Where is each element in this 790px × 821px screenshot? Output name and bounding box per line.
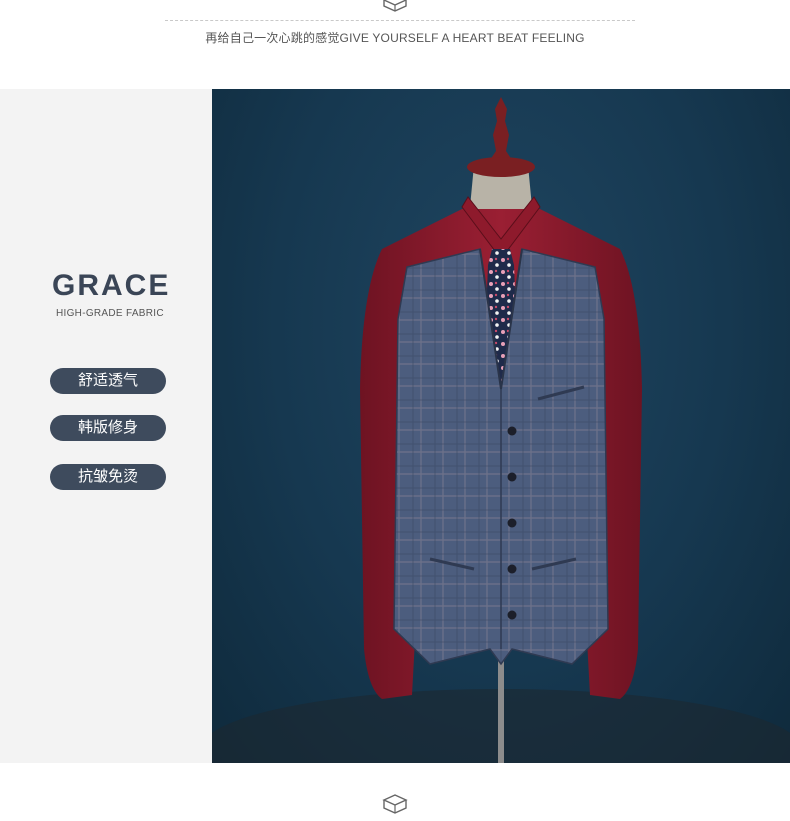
header-divider <box>165 20 635 21</box>
brand-subtitle: HIGH-GRADE FABRIC <box>56 308 164 319</box>
product-photo <box>212 89 790 763</box>
feature-badge-breathable: 舒适透气 <box>50 368 166 394</box>
feature-badge-slim-fit: 韩版修身 <box>50 415 166 441</box>
brand-title: GRACE <box>52 269 171 302</box>
vest-illustration <box>212 97 790 763</box>
box-icon <box>380 792 410 816</box>
feature-badge-wrinkle-free: 抗皱免烫 <box>50 464 166 490</box>
slogan-text: 再给自己一次心跳的感觉GIVE YOURSELF A HEART BEAT FE… <box>205 31 585 45</box>
feature-panel: GRACE HIGH-GRADE FABRIC 舒适透气 韩版修身 抗皱免烫 <box>0 89 212 763</box>
box-icon <box>380 0 410 14</box>
